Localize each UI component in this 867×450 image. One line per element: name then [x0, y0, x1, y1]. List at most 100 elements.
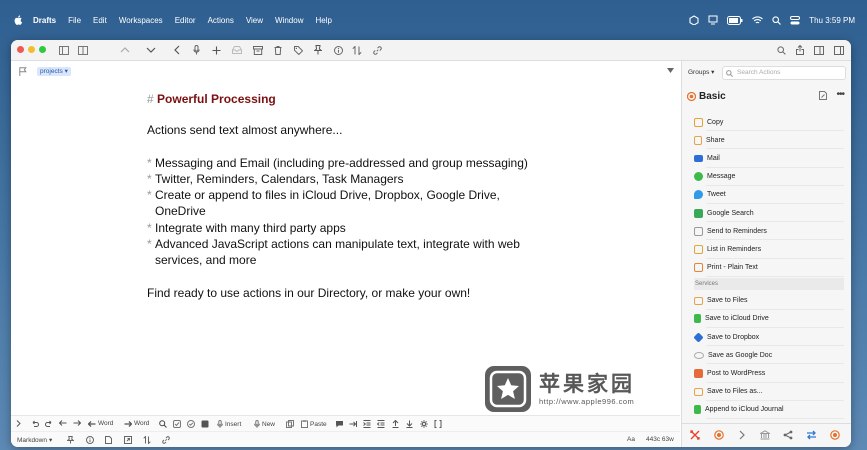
- share-nodes-icon[interactable]: [783, 430, 793, 440]
- transfer-arrows-icon[interactable]: [806, 430, 817, 440]
- inbox-icon[interactable]: [231, 44, 243, 56]
- battery-icon[interactable]: [727, 15, 743, 25]
- share-icon[interactable]: [794, 44, 806, 56]
- dictate-microphone-icon[interactable]: [190, 44, 202, 56]
- settings-gear-icon[interactable]: [420, 420, 428, 428]
- flag-icon[interactable]: [19, 67, 27, 76]
- split-view-icon[interactable]: [813, 44, 825, 56]
- info-icon[interactable]: [332, 44, 344, 56]
- menu-window[interactable]: Window: [275, 16, 303, 25]
- wifi-icon[interactable]: [752, 15, 764, 25]
- document-icon[interactable]: [105, 436, 112, 444]
- menu-editor[interactable]: Editor: [175, 16, 196, 25]
- editor-area[interactable]: projects ▾ # Powerful Processing Actions…: [11, 61, 680, 415]
- close-window-button[interactable]: [17, 46, 24, 53]
- action-save-to-files[interactable]: Save to Files: [694, 292, 844, 311]
- screen-mirroring-icon[interactable]: [708, 15, 718, 25]
- expand-caret-icon[interactable]: [667, 68, 674, 73]
- edit-group-icon[interactable]: [819, 91, 827, 100]
- chevron-down-icon[interactable]: [145, 44, 157, 56]
- new-button[interactable]: New: [254, 420, 275, 428]
- menu-edit[interactable]: Edit: [93, 16, 107, 25]
- trash-icon[interactable]: [272, 44, 284, 56]
- syntax-selector[interactable]: Markdown ▾: [17, 436, 52, 445]
- tag-icon[interactable]: [292, 44, 304, 56]
- menu-actions[interactable]: Actions: [208, 16, 234, 25]
- action-save-to-dropbox[interactable]: Save to Dropbox: [693, 328, 844, 347]
- sort-arrows-icon[interactable]: [143, 436, 151, 444]
- pin-icon[interactable]: [67, 436, 74, 444]
- date-stamp-icon[interactable]: [201, 420, 209, 428]
- redo-icon[interactable]: [45, 420, 53, 427]
- expand-arrow-icon[interactable]: [16, 420, 21, 427]
- info-icon[interactable]: [86, 436, 94, 444]
- tag-pill[interactable]: projects ▾: [37, 67, 71, 76]
- creative-cloud-icon[interactable]: [689, 15, 699, 25]
- groups-dropdown[interactable]: Groups ▾: [688, 68, 714, 76]
- action-copy[interactable]: Copy: [694, 113, 844, 132]
- action-print-plain-text[interactable]: Print - Plain Text: [694, 259, 844, 277]
- word-back-button[interactable]: Word: [88, 420, 113, 427]
- apple-icon[interactable]: [13, 15, 23, 25]
- draft-list-toggle-icon[interactable]: [77, 44, 89, 56]
- new-draft-plus-icon[interactable]: [210, 44, 222, 56]
- find-search-icon[interactable]: [159, 420, 167, 428]
- paste-button[interactable]: Paste: [301, 420, 327, 428]
- action-save-to-files-as[interactable]: Save to Files as...: [694, 383, 844, 402]
- back-arrow-icon[interactable]: [171, 44, 183, 56]
- menu-view[interactable]: View: [246, 16, 263, 25]
- menu-workspaces[interactable]: Workspaces: [119, 16, 163, 25]
- action-save-as-google-doc[interactable]: Save as Google Doc: [694, 346, 844, 365]
- sidebar-toggle-icon[interactable]: [58, 44, 70, 56]
- settings-target-icon[interactable]: [830, 430, 840, 440]
- action-send-to-reminders[interactable]: Send to Reminders: [694, 222, 844, 241]
- chevron-right-icon[interactable]: [739, 430, 745, 440]
- action-message[interactable]: Message: [694, 168, 844, 186]
- comment-icon[interactable]: [335, 420, 344, 428]
- sort-arrows-icon[interactable]: [351, 44, 363, 56]
- menubar-clock[interactable]: Thu 3:59 PM: [809, 16, 855, 25]
- check-circle-icon[interactable]: [187, 420, 195, 428]
- minimize-window-button[interactable]: [28, 46, 35, 53]
- search-icon[interactable]: [775, 44, 787, 56]
- word-forward-button[interactable]: Word: [124, 420, 149, 427]
- action-panel-toggle-icon[interactable]: [833, 44, 845, 56]
- menu-app-name[interactable]: Drafts: [33, 16, 56, 25]
- action-append-to-icloud-journal[interactable]: Append to iCloud Journal: [694, 401, 844, 420]
- spotlight-search-icon[interactable]: [772, 15, 782, 25]
- link-icon[interactable]: [371, 44, 383, 56]
- cursor-left-icon[interactable]: [59, 420, 67, 426]
- indent-icon[interactable]: [363, 420, 371, 428]
- action-mail[interactable]: Mail: [694, 149, 844, 168]
- search-actions-input[interactable]: Search Actions: [722, 66, 846, 80]
- select-icon[interactable]: [173, 420, 181, 428]
- bank-icon[interactable]: [760, 430, 770, 440]
- export-icon[interactable]: [124, 436, 132, 444]
- action-tweet[interactable]: Tweet: [694, 186, 844, 205]
- tab-icon[interactable]: [349, 420, 357, 428]
- action-save-to-icloud-drive[interactable]: Save to iCloud Drive: [694, 310, 844, 329]
- zoom-window-button[interactable]: [39, 46, 46, 53]
- insert-button[interactable]: Insert: [217, 420, 241, 428]
- action-google-search[interactable]: Google Search: [694, 204, 844, 223]
- bracket-icon[interactable]: [434, 420, 442, 428]
- cursor-right-icon[interactable]: [73, 420, 81, 426]
- copy-icon[interactable]: [286, 420, 294, 428]
- basic-group-target-icon[interactable]: [714, 430, 724, 440]
- font-size-label[interactable]: Aa: [627, 436, 635, 443]
- menu-file[interactable]: File: [68, 16, 81, 25]
- chevron-up-icon[interactable]: [119, 44, 131, 56]
- link-icon[interactable]: [162, 436, 170, 444]
- action-share[interactable]: Share: [694, 131, 844, 150]
- tools-icon[interactable]: [690, 430, 700, 440]
- move-down-icon[interactable]: [406, 420, 413, 428]
- move-up-icon[interactable]: [392, 420, 399, 428]
- control-center-icon[interactable]: [790, 15, 801, 25]
- action-post-to-wordpress[interactable]: Post to WordPress: [694, 364, 844, 383]
- more-options-icon[interactable]: •••: [836, 89, 844, 100]
- undo-icon[interactable]: [31, 420, 39, 427]
- archive-icon[interactable]: [252, 44, 264, 56]
- action-list-in-reminders[interactable]: List in Reminders: [694, 240, 844, 259]
- menu-help[interactable]: Help: [315, 16, 331, 25]
- pin-icon[interactable]: [312, 44, 324, 56]
